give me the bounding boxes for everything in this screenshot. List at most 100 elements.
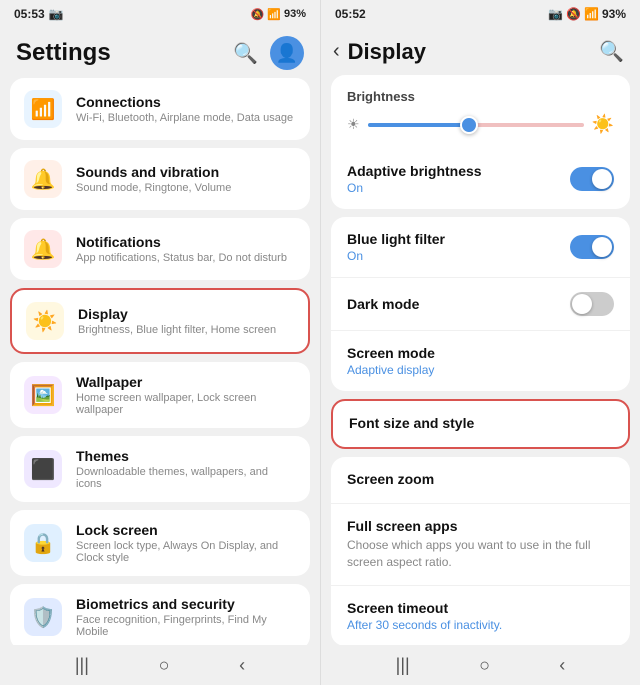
adaptive-brightness-title: Adaptive brightness bbox=[347, 163, 482, 179]
lockscreen-subtitle: Screen lock type, Always On Display, and… bbox=[76, 540, 296, 564]
full-screen-row[interactable]: Full screen apps Choose which apps you w… bbox=[331, 503, 630, 585]
wallpaper-icon-bg: 🖼️ bbox=[24, 376, 62, 414]
display-subtitle: Brightness, Blue light filter, Home scre… bbox=[78, 324, 276, 336]
right-signal-icon: 📶 bbox=[584, 7, 599, 21]
font-size-title: Font size and style bbox=[349, 415, 474, 431]
settings-title: Settings bbox=[16, 39, 111, 67]
back-button[interactable]: ‹ bbox=[329, 36, 344, 67]
adaptive-brightness-toggle[interactable] bbox=[570, 167, 614, 191]
left-panel: 05:53 📷 🔕 📶 93% Settings 🔍 👤 📶 Connectio… bbox=[0, 0, 320, 685]
left-camera-icon: 📷 bbox=[49, 7, 64, 21]
brightness-high-icon: ☀️ bbox=[592, 114, 614, 135]
display-page-title: Display bbox=[348, 39, 426, 65]
notifications-icon: 🔔 bbox=[31, 237, 56, 262]
settings-item-biometrics[interactable]: 🛡️ Biometrics and security Face recognit… bbox=[10, 584, 310, 645]
right-time: 05:52 bbox=[335, 7, 366, 21]
left-status-time-group: 05:53 📷 bbox=[14, 7, 64, 21]
wallpaper-title: Wallpaper bbox=[76, 374, 296, 390]
wallpaper-icon: 🖼️ bbox=[31, 383, 56, 408]
settings-item-lockscreen[interactable]: 🔒 Lock screen Screen lock type, Always O… bbox=[10, 510, 310, 576]
left-home-button[interactable]: ○ bbox=[159, 655, 170, 676]
brightness-row: ☀ ☀️ bbox=[347, 114, 614, 135]
connections-subtitle: Wi-Fi, Bluetooth, Airplane mode, Data us… bbox=[76, 112, 293, 124]
font-size-row[interactable]: Font size and style bbox=[333, 401, 628, 447]
screen-mode-row[interactable]: Screen mode Adaptive display bbox=[331, 330, 630, 391]
left-status-bar: 05:53 📷 🔕 📶 93% bbox=[0, 0, 320, 28]
brightness-low-icon: ☀ bbox=[347, 116, 360, 133]
dark-mode-title: Dark mode bbox=[347, 296, 419, 312]
screen-timeout-row[interactable]: Screen timeout After 30 seconds of inact… bbox=[331, 585, 630, 645]
wallpaper-subtitle: Home screen wallpaper, Lock screen wallp… bbox=[76, 392, 296, 416]
right-home-button[interactable]: ○ bbox=[479, 655, 490, 676]
display-content: Brightness ☀ ☀️ Adaptive brightness On bbox=[321, 75, 640, 645]
brightness-slider[interactable] bbox=[368, 123, 584, 127]
shield-icon: 🛡️ bbox=[31, 605, 56, 630]
display-text: Display Brightness, Blue light filter, H… bbox=[78, 306, 276, 336]
sounds-icon-bg: 🔔 bbox=[24, 160, 62, 198]
settings-item-connections[interactable]: 📶 Connections Wi-Fi, Bluetooth, Airplane… bbox=[10, 78, 310, 140]
adaptive-brightness-knob bbox=[592, 169, 612, 189]
right-panel: 05:52 📷 🔕 📶 93% ‹ Display 🔍 Brightness ☀ bbox=[320, 0, 640, 685]
sounds-icon: 🔔 bbox=[31, 167, 56, 192]
sounds-subtitle: Sound mode, Ringtone, Volume bbox=[76, 182, 231, 194]
themes-title: Themes bbox=[76, 448, 296, 464]
right-status-bar: 05:52 📷 🔕 📶 93% bbox=[321, 0, 640, 28]
display-title-left-group: ‹ Display bbox=[329, 36, 426, 67]
screen-timeout-subtitle: After 30 seconds of inactivity. bbox=[347, 618, 614, 632]
wallpaper-text: Wallpaper Home screen wallpaper, Lock sc… bbox=[76, 374, 296, 416]
right-nav-bar: ||| ○ ‹ bbox=[321, 645, 640, 685]
user-avatar[interactable]: 👤 bbox=[270, 36, 304, 70]
screen-timeout-title: Screen timeout bbox=[347, 600, 614, 616]
themes-icon: ⬛ bbox=[31, 457, 56, 482]
display-icon-bg: ☀️ bbox=[26, 302, 64, 340]
brightness-label: Brightness bbox=[347, 89, 614, 104]
left-signal-icon: 📶 bbox=[267, 8, 281, 21]
left-recent-button[interactable]: ||| bbox=[75, 655, 89, 676]
screen-zoom-row[interactable]: Screen zoom bbox=[331, 457, 630, 503]
right-recent-button[interactable]: ||| bbox=[396, 655, 410, 676]
settings-item-display[interactable]: ☀️ Display Brightness, Blue light filter… bbox=[10, 288, 310, 354]
lockscreen-title: Lock screen bbox=[76, 522, 296, 538]
right-back-button[interactable]: ‹ bbox=[559, 655, 565, 676]
themes-icon-bg: ⬛ bbox=[24, 450, 62, 488]
lock-icon: 🔒 bbox=[31, 531, 56, 556]
blue-light-knob bbox=[592, 237, 612, 257]
left-time: 05:53 bbox=[14, 7, 45, 21]
blue-light-label: Blue light filter On bbox=[347, 231, 445, 263]
dark-mode-toggle[interactable] bbox=[570, 292, 614, 316]
right-battery: 93% bbox=[602, 7, 626, 21]
settings-item-wallpaper[interactable]: 🖼️ Wallpaper Home screen wallpaper, Lock… bbox=[10, 362, 310, 428]
brightness-card: Brightness ☀ ☀️ Adaptive brightness On bbox=[331, 75, 630, 209]
full-screen-subtitle: Choose which apps you want to use in the… bbox=[347, 537, 614, 571]
blue-light-title: Blue light filter bbox=[347, 231, 445, 247]
dark-mode-knob bbox=[572, 294, 592, 314]
left-back-button[interactable]: ‹ bbox=[239, 655, 245, 676]
left-status-icons: 🔕 📶 93% bbox=[251, 8, 306, 21]
biometrics-subtitle: Face recognition, Fingerprints, Find My … bbox=[76, 614, 296, 638]
display-title-left: Display bbox=[78, 306, 276, 322]
full-screen-title: Full screen apps bbox=[347, 518, 614, 534]
notifications-title: Notifications bbox=[76, 234, 287, 250]
right-mute-icon: 🔕 bbox=[566, 7, 581, 21]
font-size-card[interactable]: Font size and style bbox=[331, 399, 630, 449]
settings-item-notifications[interactable]: 🔔 Notifications App notifications, Statu… bbox=[10, 218, 310, 280]
sounds-text: Sounds and vibration Sound mode, Rington… bbox=[76, 164, 231, 194]
settings-item-themes[interactable]: ⬛ Themes Downloadable themes, wallpapers… bbox=[10, 436, 310, 502]
connections-text: Connections Wi-Fi, Bluetooth, Airplane m… bbox=[76, 94, 293, 124]
wifi-icon: 📶 bbox=[31, 97, 56, 122]
themes-subtitle: Downloadable themes, wallpapers, and ico… bbox=[76, 466, 296, 490]
display-search-icon[interactable]: 🔍 bbox=[599, 39, 624, 64]
notifications-text: Notifications App notifications, Status … bbox=[76, 234, 287, 264]
display-title-row: ‹ Display 🔍 bbox=[321, 28, 640, 75]
biometrics-title: Biometrics and security bbox=[76, 596, 296, 612]
right-camera-icon: 📷 bbox=[548, 7, 563, 21]
settings-item-sounds[interactable]: 🔔 Sounds and vibration Sound mode, Ringt… bbox=[10, 148, 310, 210]
blue-light-toggle[interactable] bbox=[570, 235, 614, 259]
brightness-thumb[interactable] bbox=[460, 116, 478, 134]
settings-header: Settings 🔍 👤 bbox=[0, 28, 320, 78]
search-icon[interactable]: 🔍 bbox=[233, 41, 258, 66]
brightness-section: Brightness ☀ ☀️ bbox=[331, 75, 630, 149]
connections-icon-bg: 📶 bbox=[24, 90, 62, 128]
right-status-icons: 📷 🔕 📶 93% bbox=[548, 7, 626, 21]
adaptive-brightness-label: Adaptive brightness On bbox=[347, 163, 482, 195]
